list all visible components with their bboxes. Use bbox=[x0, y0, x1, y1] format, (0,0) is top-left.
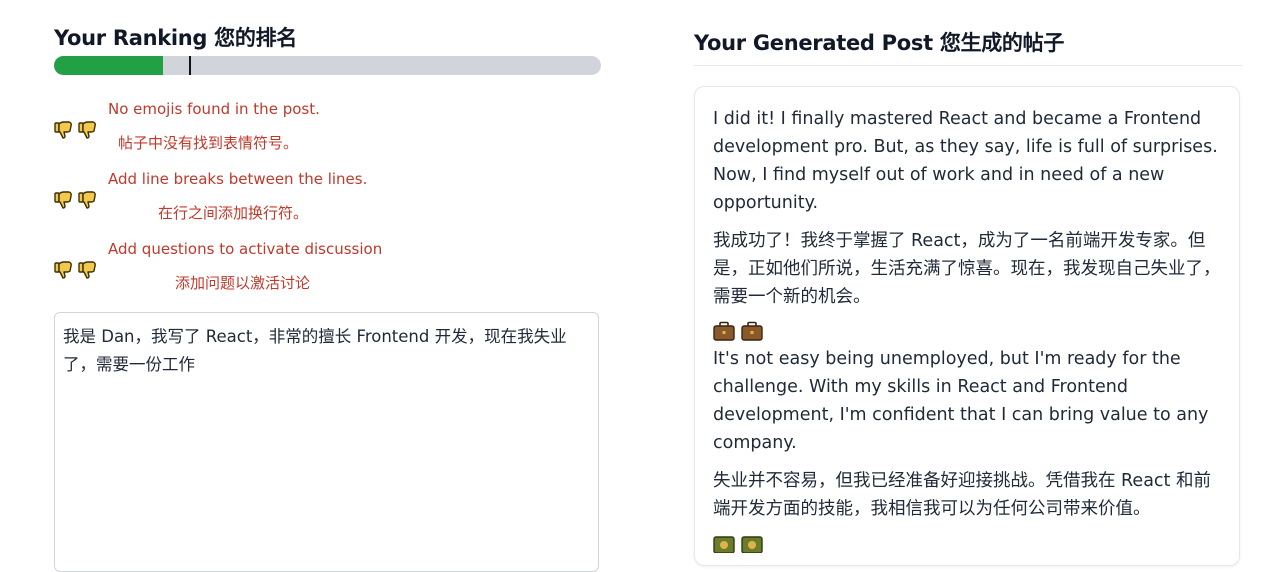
post-paragraph: 我成功了！我终于掌握了 React，成为了一名前端开发专家。但是，正如他们所说，… bbox=[713, 231, 1221, 307]
generated-post-card: I did it! I finally mastered React and b… bbox=[694, 86, 1240, 566]
ranking-tips: No emojis found in the post. 帖子中没有找到表情符号… bbox=[54, 98, 602, 308]
generated-post-panel: Your Generated Post 您生成的帖子 I did it! I f… bbox=[694, 0, 1242, 566]
tip-item: Add line breaks between the lines. 在行之间添… bbox=[54, 168, 602, 238]
thumbs-down-icon bbox=[54, 261, 72, 279]
briefcase-icon bbox=[713, 321, 735, 341]
tip-text-en: Add line breaks between the lines. bbox=[108, 170, 368, 188]
ranking-progress-fill bbox=[54, 56, 164, 75]
ranking-panel: Your Ranking 您的排名 No emojis found in the… bbox=[54, 0, 602, 572]
ranking-title: Your Ranking 您的排名 bbox=[54, 26, 297, 50]
emoji-row bbox=[713, 533, 1221, 557]
post-paragraph: It's not easy being unemployed, but I'm … bbox=[713, 349, 1209, 453]
generated-post-title: Your Generated Post 您生成的帖子 bbox=[694, 31, 1065, 55]
tip-text-zh: 添加问题以激活讨论 bbox=[175, 274, 311, 292]
ranking-progress-bar bbox=[54, 56, 601, 75]
ranking-progress-marker bbox=[189, 56, 191, 75]
thumbs-down-icon bbox=[78, 191, 96, 209]
emoji-icon bbox=[713, 536, 735, 553]
briefcase-icon bbox=[741, 321, 763, 341]
tip-text-en: Add questions to activate discussion bbox=[108, 240, 383, 258]
post-paragraph: 失业并不容易，但我已经准备好迎接挑战。凭借我在 React 和前端开发方面的技能… bbox=[713, 471, 1211, 519]
emoji-icon bbox=[741, 536, 763, 553]
tip-item: Add questions to activate discussion 添加问… bbox=[54, 238, 602, 308]
post-paragraph: I did it! I finally mastered React and b… bbox=[713, 109, 1218, 213]
tip-text-en: No emojis found in the post. bbox=[108, 100, 320, 118]
thumbs-down-icon bbox=[78, 121, 96, 139]
tip-text-zh: 帖子中没有找到表情符号。 bbox=[118, 134, 299, 152]
thumbs-down-icon bbox=[78, 261, 96, 279]
tip-text-zh: 在行之间添加换行符。 bbox=[158, 204, 309, 222]
divider bbox=[694, 65, 1242, 66]
thumbs-down-icon bbox=[54, 121, 72, 139]
post-input-textarea[interactable]: 我是 Dan，我写了 React，非常的擅长 Frontend 开发，现在我失业… bbox=[54, 312, 599, 572]
thumbs-down-icon bbox=[54, 191, 72, 209]
tip-item: No emojis found in the post. 帖子中没有找到表情符号… bbox=[54, 98, 602, 168]
emoji-row bbox=[713, 321, 1221, 345]
